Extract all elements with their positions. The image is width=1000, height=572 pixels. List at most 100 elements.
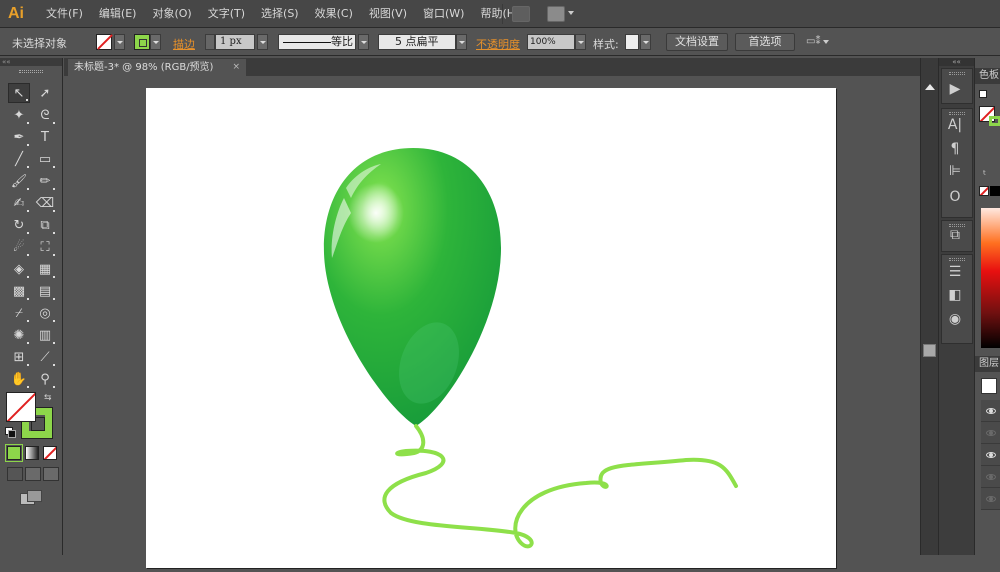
layer-thumbnail[interactable] <box>981 378 997 394</box>
artboard[interactable] <box>146 88 836 568</box>
rotate-tool[interactable]: ↻ <box>8 215 30 235</box>
gradient-tool[interactable]: ▤ <box>34 281 56 301</box>
pencil-tool[interactable]: ✏ <box>34 171 56 191</box>
black-swatch[interactable] <box>990 186 1000 196</box>
symbol-sprayer-tool[interactable]: ✺ <box>8 325 30 345</box>
free-transform-tool[interactable]: ⛶ <box>34 237 56 257</box>
workspace-switcher-icon[interactable] <box>547 6 565 22</box>
warp-tool[interactable]: ☄ <box>8 237 30 257</box>
bridge-icon[interactable] <box>512 6 530 22</box>
selection-tool[interactable]: ↖ <box>8 83 30 103</box>
balloon-ribbon[interactable] <box>382 424 738 549</box>
layer-row[interactable] <box>981 444 1000 466</box>
gradient-panel-icon[interactable]: ◧ <box>946 286 964 304</box>
stroke-weight-field[interactable]: 1 px <box>215 34 255 50</box>
close-icon[interactable]: × <box>232 59 240 76</box>
rectangle-tool[interactable]: ▭ <box>34 149 56 169</box>
menu-window[interactable]: 窗口(W) <box>415 0 472 28</box>
artboard-tool[interactable]: ⊞ <box>8 347 30 367</box>
brush-definition[interactable]: 5 点扁平 <box>378 34 456 50</box>
pen-tool[interactable]: ✒ <box>8 127 30 147</box>
stroke-weight-stepper[interactable] <box>205 34 215 50</box>
visibility-eye-icon[interactable] <box>986 495 996 502</box>
opacity-field[interactable]: 100% <box>527 34 575 50</box>
balloon[interactable] <box>323 148 501 426</box>
layer-row[interactable] <box>981 466 1000 488</box>
chevron-down-icon[interactable] <box>568 11 574 15</box>
document-tab[interactable]: 未标题-3* @ 98% (RGB/预览) × <box>68 59 246 76</box>
opacity-dropdown[interactable] <box>575 34 586 50</box>
fill-color-box[interactable] <box>6 392 36 422</box>
menu-file[interactable]: 文件(F) <box>38 0 91 28</box>
perspective-grid-tool[interactable]: ▦ <box>34 259 56 279</box>
swap-fill-stroke-icon[interactable]: ⇆ <box>44 393 52 403</box>
stroke-weight-dropdown[interactable] <box>257 34 268 50</box>
fill-dropdown[interactable] <box>114 34 125 50</box>
lasso-tool[interactable]: ᘓ <box>34 105 56 125</box>
stroke-panel-link[interactable]: 描边 <box>173 36 195 52</box>
none-mode-button[interactable] <box>43 446 57 460</box>
stroke-dropdown[interactable] <box>150 34 161 50</box>
direct-selection-tool[interactable]: ➚ <box>34 83 56 103</box>
menu-object[interactable]: 对象(O) <box>144 0 199 28</box>
toolbox-grip[interactable] <box>19 70 43 73</box>
color-spectrum[interactable] <box>981 208 1000 348</box>
layer-row[interactable] <box>981 488 1000 510</box>
screen-mode-icon[interactable] <box>20 490 42 505</box>
pathfinder-icon[interactable]: ⧉ <box>946 226 964 244</box>
default-fill-stroke-icon[interactable] <box>979 90 987 98</box>
actions-play-icon[interactable]: ▶ <box>946 80 964 98</box>
shape-builder-tool[interactable]: ◈ <box>8 259 30 279</box>
type-tool[interactable]: T <box>34 127 56 147</box>
chevron-down-icon[interactable] <box>823 40 829 44</box>
vertical-scrollbar[interactable] <box>920 58 938 555</box>
paintbrush-tool[interactable]: 🖌 <box>8 171 30 191</box>
transparency-panel-icon[interactable]: ◉ <box>946 310 964 328</box>
menu-view[interactable]: 视图(V) <box>361 0 415 28</box>
brush-dropdown[interactable] <box>456 34 467 50</box>
arrange-documents-icon[interactable]: ▭⁑ <box>806 36 820 47</box>
character-icon[interactable]: A| <box>946 116 964 134</box>
opentype-icon[interactable]: O <box>946 188 964 206</box>
visibility-eye-icon[interactable] <box>986 451 996 458</box>
none-swatch[interactable] <box>979 186 989 196</box>
preferences-button[interactable]: 首选项 <box>735 33 795 51</box>
stroke-swatch[interactable] <box>134 34 150 50</box>
draw-inside-button[interactable] <box>43 467 59 481</box>
eraser-tool[interactable]: ⌫ <box>34 193 56 213</box>
eyedropper-tool[interactable]: ⌿ <box>8 303 30 323</box>
scroll-up-icon[interactable] <box>925 84 935 90</box>
menu-edit[interactable]: 编辑(E) <box>91 0 145 28</box>
align-icon[interactable]: ⊫ <box>946 162 964 180</box>
menu-select[interactable]: 选择(S) <box>253 0 307 28</box>
color-mode-button[interactable] <box>5 444 23 462</box>
toolbox-collapse-icon[interactable]: «« <box>0 58 62 66</box>
style-dropdown[interactable] <box>640 34 651 50</box>
slice-tool[interactable]: ⟋ <box>34 347 56 367</box>
layers-tab[interactable]: 图层 <box>975 356 1000 372</box>
variable-width-profile[interactable]: 等比 <box>278 34 356 50</box>
scale-tool[interactable]: ⧉ <box>34 215 56 235</box>
column-graph-tool[interactable]: ▥ <box>34 325 56 345</box>
visibility-eye-icon[interactable] <box>986 407 996 414</box>
color-mode-icon[interactable]: ᵗ <box>983 168 986 181</box>
line-segment-tool[interactable]: ╱ <box>8 149 30 169</box>
draw-normal-button[interactable] <box>7 467 23 481</box>
graphic-style-swatch[interactable] <box>625 34 639 50</box>
blob-brush-tool[interactable]: ✍ <box>8 193 30 213</box>
hand-tool[interactable]: ✋ <box>8 369 30 389</box>
stroke-panel-icon[interactable]: ☰ <box>946 263 964 281</box>
fill-swatch[interactable] <box>96 34 112 50</box>
magic-wand-tool[interactable]: ✦ <box>8 105 30 125</box>
draw-behind-button[interactable] <box>25 467 41 481</box>
profile-dropdown[interactable] <box>358 34 369 50</box>
paragraph-icon[interactable]: ¶ <box>946 140 964 158</box>
menu-effect[interactable]: 效果(C) <box>307 0 361 28</box>
layer-row[interactable] <box>981 422 1000 444</box>
stroke-swatch-panel[interactable] <box>989 116 1000 126</box>
visibility-eye-icon[interactable] <box>986 473 996 480</box>
swatches-tab[interactable]: 色板 <box>975 68 1000 84</box>
layer-row[interactable] <box>981 400 1000 422</box>
default-colors-icon[interactable] <box>5 427 16 438</box>
blend-tool[interactable]: ◎ <box>34 303 56 323</box>
